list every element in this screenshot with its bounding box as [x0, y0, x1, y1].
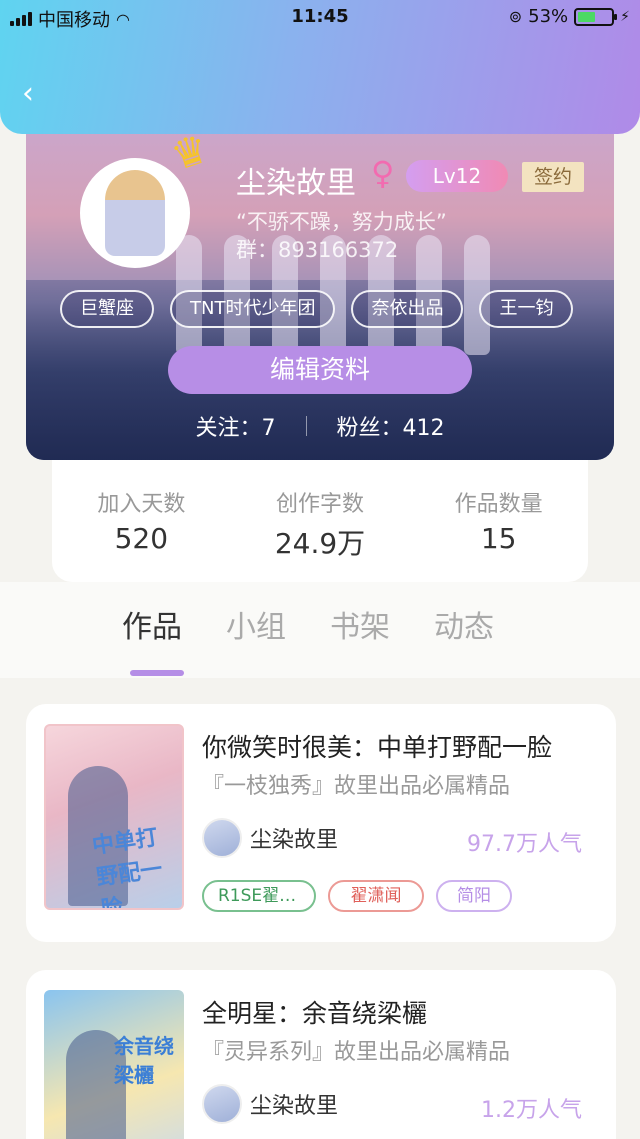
- work-subtitle: 『一枝独秀』故里出品必属精品: [202, 774, 511, 799]
- stat-work-count: 作品数量 15: [409, 460, 588, 582]
- work-tag[interactable]: 简阳: [436, 880, 512, 912]
- level-badge: Lv12: [406, 160, 508, 192]
- tab-works[interactable]: 作品: [122, 602, 184, 676]
- stat-join-days: 加入天数 520: [52, 460, 231, 582]
- fans-count[interactable]: 粉丝：412: [337, 410, 445, 442]
- work-card[interactable]: 余音绕梁欐 全明星：余音绕梁欐 『灵异系列』故里出品必属精品 尘染故里 1.2万…: [26, 970, 616, 1139]
- avatar[interactable]: [80, 158, 190, 268]
- stat-value: 24.9万: [274, 527, 366, 560]
- stat-word-count: 创作字数 24.9万: [231, 460, 410, 582]
- tab-bookshelf[interactable]: 书架: [330, 602, 390, 646]
- work-title[interactable]: 全明星：余音绕梁欐: [202, 994, 592, 1030]
- battery-icon: [574, 7, 618, 26]
- stats-card: 加入天数 520 创作字数 24.9万 作品数量 15: [52, 460, 588, 582]
- tabs: 作品 小组 书架 动态: [122, 602, 494, 676]
- profile-tag[interactable]: 奈依出品: [351, 290, 464, 328]
- profile-tags: 巨蟹座 TNT时代少年团 奈依出品 王一钧: [60, 290, 574, 328]
- avatar-image: [105, 170, 165, 256]
- author-name: 尘染故里: [250, 828, 339, 853]
- profile-card: ♛ 尘染故里 ♀ Lv12 签约 “不骄不躁，努力成长” 群：893166372…: [26, 110, 614, 460]
- stat-value: 520: [114, 522, 169, 555]
- work-subtitle: 『灵异系列』故里出品必属精品: [202, 1040, 511, 1065]
- rotation-lock-icon: ⊚: [508, 7, 523, 26]
- cover-text: 余音绕梁欐: [114, 1034, 174, 1087]
- divider: [305, 416, 307, 436]
- profile-tag[interactable]: TNT时代少年团: [170, 290, 336, 328]
- work-popularity: 1.2万人气: [481, 1098, 582, 1123]
- status-bar: 中国移动 ◠ 11:45 ⊚ 53% ⚡: [0, 0, 640, 36]
- work-title[interactable]: 你微笑时很美：中单打野配一脸: [202, 728, 592, 764]
- author-avatar: [202, 818, 242, 858]
- signed-badge: 签约: [522, 162, 584, 192]
- profile-tag[interactable]: 巨蟹座: [60, 290, 154, 328]
- stat-label: 创作字数: [276, 492, 365, 517]
- tab-bar: 作品 小组 书架 动态: [0, 582, 640, 678]
- stat-value: 15: [480, 522, 517, 555]
- profile-tag[interactable]: 王一钧: [479, 290, 574, 328]
- header-bar: 中国移动 ◠ 11:45 ⊚ 53% ⚡ ‹: [0, 0, 640, 134]
- edit-profile-button[interactable]: 编辑资料: [168, 346, 472, 394]
- work-popularity: 97.7万人气: [467, 832, 582, 857]
- author-name: 尘染故里: [250, 1094, 339, 1119]
- charging-icon: ⚡: [620, 8, 630, 25]
- profile-name: 尘染故里: [236, 166, 356, 201]
- work-author[interactable]: 尘染故里: [202, 1084, 338, 1124]
- work-tag[interactable]: 翟潇闻: [328, 880, 424, 912]
- back-arrow-icon[interactable]: ‹: [22, 79, 42, 109]
- work-cover[interactable]: 中单打野配一脸: [44, 724, 184, 910]
- profile-group: 群：893166372: [236, 238, 399, 262]
- work-tag[interactable]: R1SE翟潇闻: [202, 880, 316, 912]
- work-cover[interactable]: 余音绕梁欐: [44, 990, 184, 1139]
- profile-motto: “不骄不躁，努力成长”: [236, 210, 447, 234]
- follow-stats: 关注：7 粉丝：412: [26, 410, 614, 442]
- tab-activity[interactable]: 动态: [434, 602, 494, 646]
- stat-label: 加入天数: [97, 492, 186, 517]
- status-right: ⊚ 53% ⚡: [509, 6, 630, 27]
- author-avatar: [202, 1084, 242, 1124]
- battery-percent: 53%: [528, 6, 569, 27]
- work-author[interactable]: 尘染故里: [202, 818, 338, 858]
- stat-label: 作品数量: [454, 492, 543, 517]
- female-icon: ♀: [371, 154, 395, 192]
- cover-text: 中单打野配一脸: [90, 825, 164, 910]
- following-count[interactable]: 关注：7: [196, 410, 276, 442]
- tab-groups[interactable]: 小组: [226, 602, 286, 646]
- work-card[interactable]: 中单打野配一脸 你微笑时很美：中单打野配一脸 『一枝独秀』故里出品必属精品 尘染…: [26, 704, 616, 942]
- work-tags: R1SE翟潇闻 翟潇闻 简阳: [202, 880, 512, 912]
